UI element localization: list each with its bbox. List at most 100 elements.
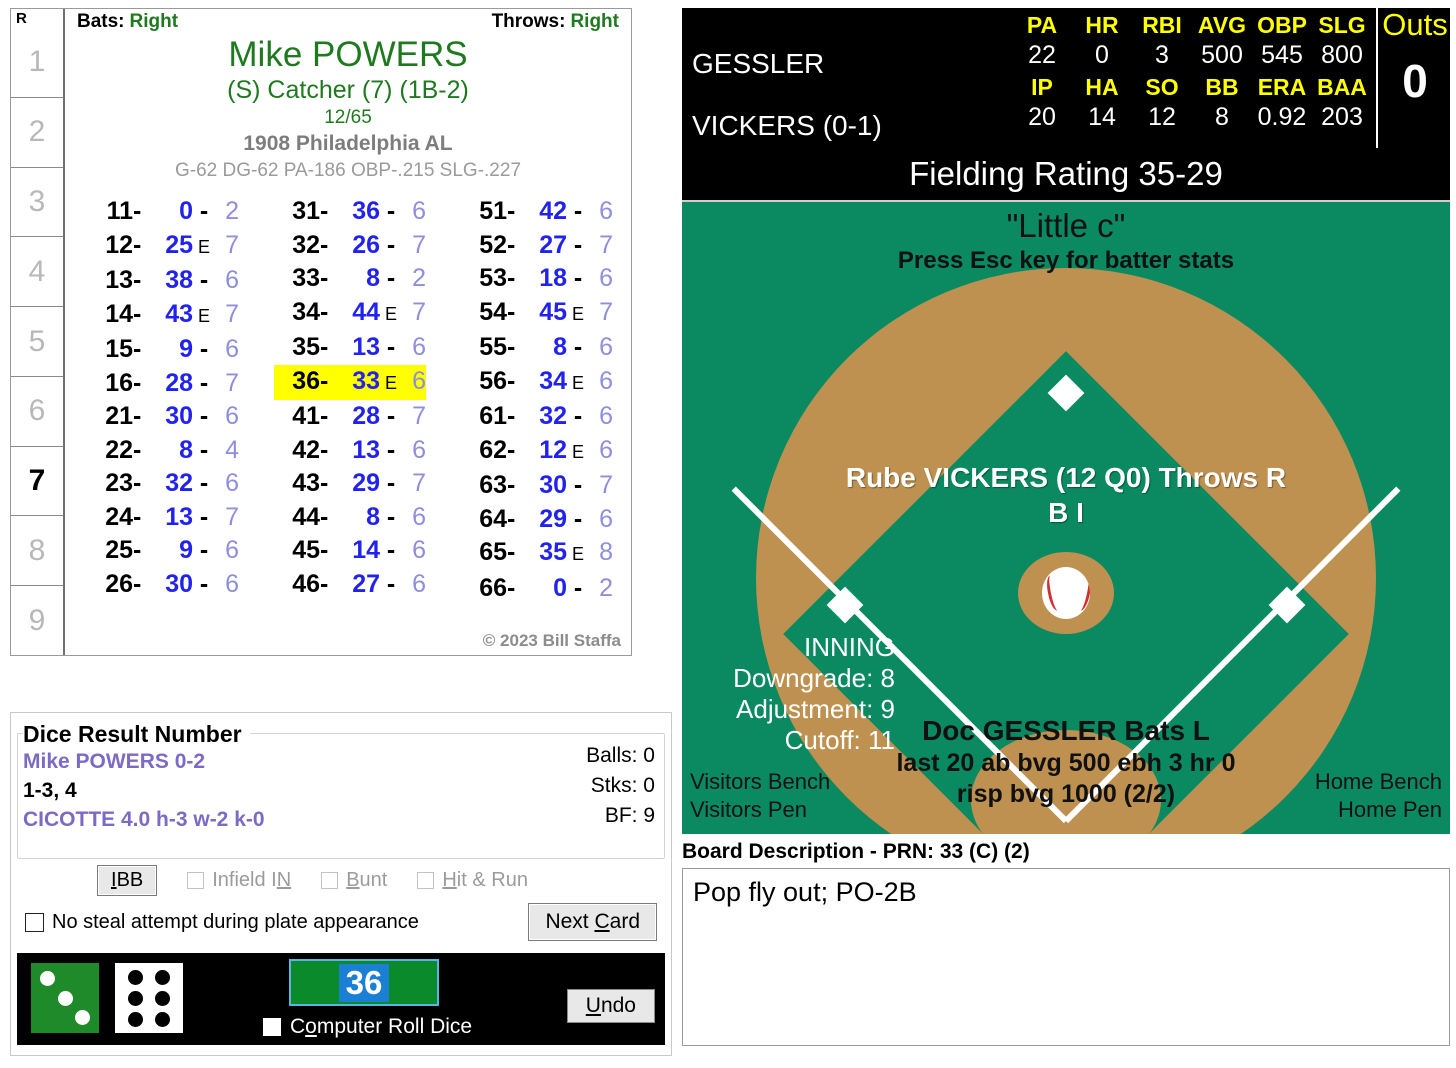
roll-row: 61-32-6 bbox=[461, 400, 613, 434]
die-pip bbox=[127, 1011, 143, 1027]
roll-row: 15-9-6 bbox=[87, 333, 239, 367]
roll-result: 29 bbox=[352, 469, 380, 497]
board-description-text: Pop fly out; PO-2B bbox=[682, 868, 1450, 1046]
inning-cell-9: 9 bbox=[11, 585, 63, 655]
roll-separator: - bbox=[199, 536, 209, 564]
roll-tail-value: 7 bbox=[225, 299, 239, 328]
roll-separator: - bbox=[573, 197, 583, 225]
roll-result: 30 bbox=[165, 569, 193, 598]
visitors-pen-link[interactable]: Visitors Pen bbox=[690, 796, 830, 824]
roll-row: 16-28-7 bbox=[87, 367, 239, 401]
roll-row: 22-8-4 bbox=[87, 434, 239, 468]
roll-separator: - bbox=[199, 197, 209, 225]
roll-dash: - bbox=[320, 366, 329, 395]
roll-code: 43 bbox=[292, 469, 320, 497]
ibb-button[interactable]: IBB bbox=[97, 865, 158, 896]
roll-result: 32 bbox=[165, 469, 193, 497]
error-marker: E bbox=[197, 305, 210, 326]
checkbox-box-infield-in[interactable] bbox=[187, 872, 205, 889]
home-pen-link[interactable]: Home Pen bbox=[1315, 796, 1442, 824]
roll-separator: - bbox=[199, 502, 209, 531]
roll-dash: - bbox=[320, 264, 329, 292]
roll-result: 13 bbox=[165, 502, 193, 531]
home-bench-link[interactable]: Home Bench bbox=[1315, 768, 1442, 796]
roll-dash: - bbox=[133, 402, 142, 430]
inning-column-header: R bbox=[16, 10, 27, 27]
scoreboard-stats: GESSLER VICKERS (0-1) PA HR RBI AVG OBP SLG 2… bbox=[682, 8, 1374, 148]
infield-in-checkbox[interactable]: Infield IN bbox=[187, 869, 291, 892]
roll-dash: - bbox=[133, 569, 142, 598]
batter-stat-value: 0 bbox=[1095, 41, 1109, 69]
inning-cell-8: 8 bbox=[11, 515, 63, 585]
roll-dash: - bbox=[133, 368, 142, 397]
roll-separator: - bbox=[386, 230, 396, 259]
roll-result: 34 bbox=[539, 366, 567, 395]
roll-tail-value: 7 bbox=[412, 230, 426, 259]
die-pip bbox=[155, 969, 171, 985]
checkbox-box-bunt[interactable] bbox=[321, 872, 339, 889]
roll-tail-value: 2 bbox=[412, 264, 426, 292]
roll-code: 22 bbox=[105, 435, 133, 464]
roll-row: 65-35 E 8 bbox=[461, 536, 613, 572]
visitors-bench-link[interactable]: Visitors Bench bbox=[690, 768, 830, 796]
roll-code: 24 bbox=[105, 502, 133, 531]
dice-result-panel: Dice Result Number Mike POWERS 0-2 1-3, … bbox=[10, 712, 672, 1056]
inning-modifier-title: INNING bbox=[804, 632, 895, 662]
throws-value: Right bbox=[570, 11, 619, 32]
next-card-button[interactable]: Next Card bbox=[528, 903, 657, 941]
roll-tail-value: 7 bbox=[412, 469, 426, 497]
roll-separator: - bbox=[573, 402, 583, 430]
pitcher-stat-value: 8 bbox=[1215, 103, 1229, 131]
roll-tail-value: 6 bbox=[412, 366, 426, 395]
undo-button[interactable]: Undo bbox=[566, 989, 655, 1023]
bunt-checkbox[interactable]: Bunt bbox=[321, 869, 387, 892]
hit-and-run-checkbox[interactable]: Hit & Run bbox=[417, 869, 528, 892]
checkbox-box-no-steal[interactable] bbox=[25, 913, 44, 932]
die-pip bbox=[57, 990, 73, 1006]
error-marker: E bbox=[384, 303, 397, 324]
roll-value-field[interactable]: 36 bbox=[289, 959, 439, 1006]
pitcher-stat-header: ERA bbox=[1257, 74, 1307, 100]
computer-roll-dice-checkbox[interactable]: Computer Roll Dice bbox=[263, 1015, 472, 1039]
roll-row: 62-12 E 6 bbox=[461, 434, 613, 470]
baseball-field[interactable]: "Little c" Press Esc key for batter stat… bbox=[682, 202, 1450, 834]
roll-code: 11 bbox=[106, 197, 133, 225]
roll-code: 54 bbox=[479, 297, 507, 326]
roll-code: 21 bbox=[105, 402, 133, 430]
home-controls[interactable]: Home Bench Home Pen bbox=[1315, 768, 1442, 824]
checkbox-box-hit-and-run[interactable] bbox=[417, 872, 435, 889]
roll-row-highlighted: 36-33 E 6 bbox=[274, 364, 426, 400]
batter-stat-header: AVG bbox=[1197, 12, 1247, 38]
roll-dash: - bbox=[133, 299, 142, 328]
checkbox-box-computer-roll[interactable] bbox=[263, 1018, 281, 1036]
die-white[interactable] bbox=[115, 963, 183, 1033]
roll-result: 9 bbox=[179, 335, 193, 363]
scoreboard-pitcher-name: VICKERS (0-1) bbox=[692, 110, 882, 141]
die-green[interactable] bbox=[31, 963, 99, 1033]
batter-stat-headers: PA HR RBI AVG OBP SLG bbox=[1012, 12, 1372, 39]
roll-result: 42 bbox=[539, 197, 567, 225]
batter-stat-value: 3 bbox=[1155, 41, 1169, 69]
roll-dash: - bbox=[320, 469, 329, 497]
pitcher-stat-header: HA bbox=[1085, 74, 1119, 100]
outs-value: 0 bbox=[1402, 55, 1428, 107]
roll-column-2: 31-36-6 32-26-7 33-8-2 34-44 E 7 35-13-6 36-33 E… bbox=[274, 195, 426, 605]
roll-row: 25-9-6 bbox=[87, 534, 239, 568]
roll-column-3: 51-42-6 52-27-7 53-18-6 54-45 E 7 55-8-6 56-34 E… bbox=[461, 195, 613, 605]
player-name: Mike POWERS bbox=[228, 35, 468, 74]
batter-stat-value: 22 bbox=[1028, 41, 1056, 69]
roll-tail-value: 7 bbox=[599, 230, 613, 259]
roll-dash: - bbox=[507, 197, 516, 225]
roll-result: 25 bbox=[165, 230, 193, 259]
roll-row: 51-42-6 bbox=[461, 195, 613, 229]
no-steal-checkbox[interactable]: No steal attempt during plate appearance bbox=[25, 911, 419, 934]
count-readouts: Balls: 0 Stks: 0 BF: 9 bbox=[586, 741, 655, 831]
visitors-controls[interactable]: Visitors Bench Visitors Pen bbox=[690, 768, 830, 824]
roll-dash: - bbox=[320, 230, 329, 259]
die-pip bbox=[155, 1011, 171, 1027]
roll-code: 44 bbox=[292, 502, 320, 531]
player-stats: G-62 DG-62 PA-186 OBP-.215 SLG-.227 bbox=[174, 160, 522, 181]
roll-code: 13 bbox=[105, 266, 133, 294]
roll-tail-value: 6 bbox=[599, 402, 613, 430]
roll-result: 43 bbox=[165, 299, 193, 328]
